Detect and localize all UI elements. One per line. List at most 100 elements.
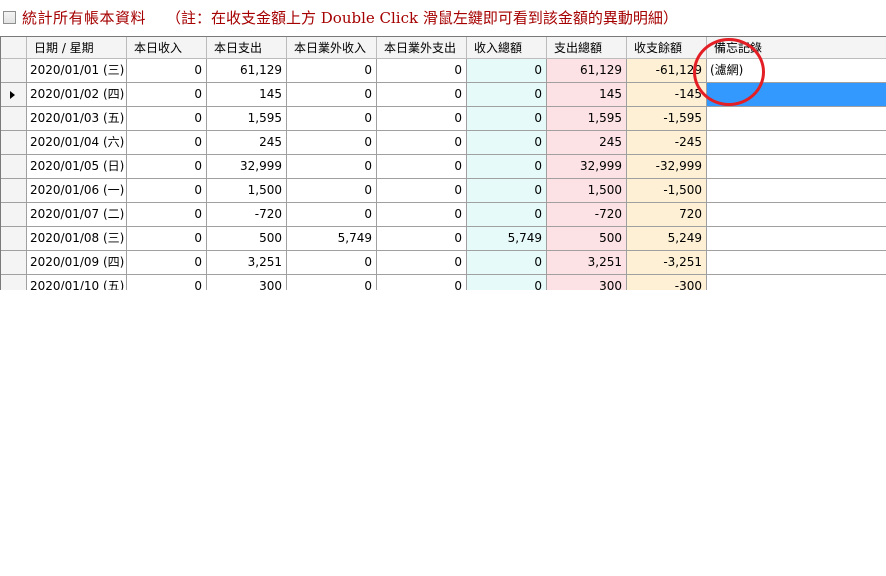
row-header[interactable] xyxy=(1,227,27,251)
nonop-income-cell[interactable]: 0 xyxy=(287,83,377,107)
income-cell[interactable]: 0 xyxy=(127,227,207,251)
total-expense-cell[interactable]: 1,500 xyxy=(547,179,627,203)
nonop-income-cell[interactable]: 0 xyxy=(287,155,377,179)
date-cell[interactable]: 2020/01/04 (六) xyxy=(27,131,127,155)
nonop-expense-cell[interactable]: 0 xyxy=(377,251,467,275)
total-income-cell[interactable]: 0 xyxy=(467,155,547,179)
date-cell[interactable]: 2020/01/08 (三) xyxy=(27,227,127,251)
memo-cell[interactable] xyxy=(707,131,886,155)
expense-cell[interactable]: 500 xyxy=(207,227,287,251)
row-header[interactable] xyxy=(1,155,27,179)
column-header[interactable]: 支出總額 xyxy=(547,37,627,59)
expense-cell[interactable]: 1,500 xyxy=(207,179,287,203)
column-header[interactable]: 日期 / 星期 xyxy=(27,37,127,59)
total-expense-cell[interactable]: 500 xyxy=(547,227,627,251)
column-header[interactable]: 收支餘額 xyxy=(627,37,707,59)
memo-cell[interactable] xyxy=(707,107,886,131)
nonop-income-cell[interactable]: 0 xyxy=(287,131,377,155)
memo-cell[interactable] xyxy=(707,275,886,290)
income-cell[interactable]: 0 xyxy=(127,251,207,275)
nonop-expense-cell[interactable]: 0 xyxy=(377,107,467,131)
balance-cell[interactable]: 5,249 xyxy=(627,227,707,251)
nonop-income-cell[interactable]: 5,749 xyxy=(287,227,377,251)
row-header[interactable] xyxy=(1,59,27,83)
row-header[interactable] xyxy=(1,83,27,107)
row-header[interactable] xyxy=(1,131,27,155)
nonop-income-cell[interactable]: 0 xyxy=(287,251,377,275)
total-income-cell[interactable]: 0 xyxy=(467,251,547,275)
nonop-expense-cell[interactable]: 0 xyxy=(377,179,467,203)
expense-cell[interactable]: 61,129 xyxy=(207,59,287,83)
nonop-expense-cell[interactable]: 0 xyxy=(377,227,467,251)
memo-cell[interactable] xyxy=(707,155,886,179)
date-cell[interactable]: 2020/01/10 (五) xyxy=(27,275,127,290)
memo-cell[interactable] xyxy=(707,83,886,107)
expense-cell[interactable]: 3,251 xyxy=(207,251,287,275)
daily-summary-grid[interactable]: 日期 / 星期 本日收入 本日支出 本日業外收入 本日業外支出 收入總額 支出總額 收支餘額備… xyxy=(0,36,886,290)
all-ledgers-checkbox[interactable] xyxy=(3,11,16,24)
expense-cell[interactable]: 300 xyxy=(207,275,287,290)
balance-cell[interactable]: -1,500 xyxy=(627,179,707,203)
column-header[interactable]: 本日業外收入 xyxy=(287,37,377,59)
income-cell[interactable]: 0 xyxy=(127,275,207,290)
total-expense-cell[interactable]: -720 xyxy=(547,203,627,227)
income-cell[interactable]: 0 xyxy=(127,203,207,227)
balance-cell[interactable]: -300 xyxy=(627,275,707,290)
total-income-cell[interactable]: 0 xyxy=(467,83,547,107)
nonop-income-cell[interactable]: 0 xyxy=(287,179,377,203)
expense-cell[interactable]: 1,595 xyxy=(207,107,287,131)
balance-cell[interactable]: -3,251 xyxy=(627,251,707,275)
row-header[interactable] xyxy=(1,179,27,203)
balance-cell[interactable]: -61,129 xyxy=(627,59,707,83)
header-corner[interactable] xyxy=(1,37,27,59)
income-cell[interactable]: 0 xyxy=(127,83,207,107)
nonop-expense-cell[interactable]: 0 xyxy=(377,131,467,155)
memo-cell[interactable] xyxy=(707,227,886,251)
total-income-cell[interactable]: 0 xyxy=(467,131,547,155)
nonop-expense-cell[interactable]: 0 xyxy=(377,59,467,83)
date-cell[interactable]: 2020/01/05 (日) xyxy=(27,155,127,179)
column-header[interactable]: 收入總額 xyxy=(467,37,547,59)
income-cell[interactable]: 0 xyxy=(127,179,207,203)
total-expense-cell[interactable]: 32,999 xyxy=(547,155,627,179)
nonop-income-cell[interactable]: 0 xyxy=(287,203,377,227)
expense-cell[interactable]: 245 xyxy=(207,131,287,155)
nonop-expense-cell[interactable]: 0 xyxy=(377,203,467,227)
all-ledgers-label[interactable]: 統計所有帳本資料 xyxy=(22,7,146,28)
balance-cell[interactable]: -1,595 xyxy=(627,107,707,131)
memo-cell[interactable] xyxy=(707,179,886,203)
income-cell[interactable]: 0 xyxy=(127,107,207,131)
date-cell[interactable]: 2020/01/02 (四) xyxy=(27,83,127,107)
balance-cell[interactable]: -32,999 xyxy=(627,155,707,179)
nonop-expense-cell[interactable]: 0 xyxy=(377,83,467,107)
balance-cell[interactable]: -145 xyxy=(627,83,707,107)
date-cell[interactable]: 2020/01/01 (三) xyxy=(27,59,127,83)
total-expense-cell[interactable]: 300 xyxy=(547,275,627,290)
expense-cell[interactable]: 32,999 xyxy=(207,155,287,179)
row-header[interactable] xyxy=(1,203,27,227)
date-cell[interactable]: 2020/01/03 (五) xyxy=(27,107,127,131)
date-cell[interactable]: 2020/01/07 (二) xyxy=(27,203,127,227)
balance-cell[interactable]: -245 xyxy=(627,131,707,155)
total-income-cell[interactable]: 0 xyxy=(467,203,547,227)
expense-cell[interactable]: 145 xyxy=(207,83,287,107)
nonop-income-cell[interactable]: 0 xyxy=(287,275,377,290)
total-expense-cell[interactable]: 145 xyxy=(547,83,627,107)
date-cell[interactable]: 2020/01/09 (四) xyxy=(27,251,127,275)
memo-cell[interactable]: (濾網) xyxy=(707,59,886,83)
expense-cell[interactable]: -720 xyxy=(207,203,287,227)
total-income-cell[interactable]: 5,749 xyxy=(467,227,547,251)
memo-cell[interactable] xyxy=(707,251,886,275)
total-expense-cell[interactable]: 61,129 xyxy=(547,59,627,83)
nonop-income-cell[interactable]: 0 xyxy=(287,59,377,83)
row-header[interactable] xyxy=(1,275,27,290)
nonop-expense-cell[interactable]: 0 xyxy=(377,275,467,290)
total-expense-cell[interactable]: 245 xyxy=(547,131,627,155)
total-income-cell[interactable]: 0 xyxy=(467,59,547,83)
balance-cell[interactable]: 720 xyxy=(627,203,707,227)
nonop-income-cell[interactable]: 0 xyxy=(287,107,377,131)
date-cell[interactable]: 2020/01/06 (一) xyxy=(27,179,127,203)
column-header[interactable]: 本日支出 xyxy=(207,37,287,59)
memo-cell[interactable] xyxy=(707,203,886,227)
total-income-cell[interactable]: 0 xyxy=(467,179,547,203)
